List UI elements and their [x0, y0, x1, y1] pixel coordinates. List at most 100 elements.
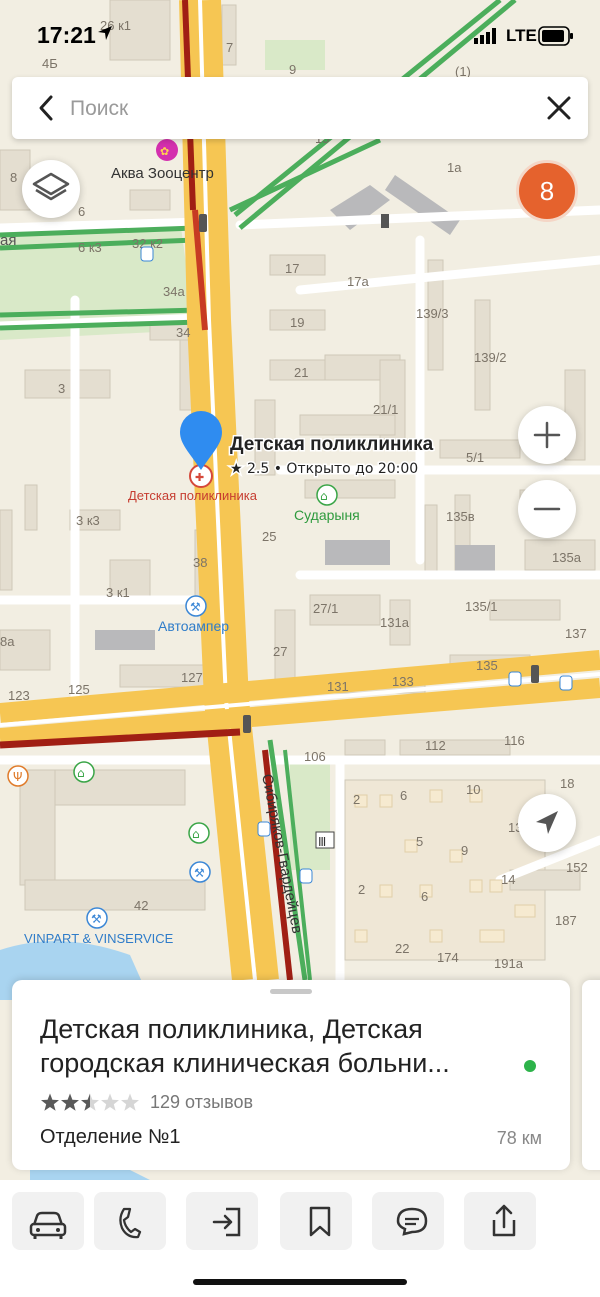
svg-text:✿: ✿: [160, 145, 169, 158]
reviews-button[interactable]: [372, 1192, 444, 1250]
navigation-arrow-icon: [536, 811, 558, 834]
bus-stop-icon[interactable]: [559, 675, 573, 691]
svg-text:⌂: ⌂: [77, 766, 85, 780]
street-label-partial: ая: [0, 232, 16, 249]
home-indicator[interactable]: [193, 1279, 407, 1285]
svg-text:Ⅲ: Ⅲ: [318, 835, 326, 849]
network-type: LTE: [506, 26, 537, 45]
house-number: 135в: [446, 509, 475, 524]
house-number: 137: [565, 626, 587, 641]
call-button[interactable]: [94, 1192, 166, 1250]
clothing-shop-icon[interactable]: ⌂: [73, 761, 95, 783]
drag-handle[interactable]: [270, 989, 312, 994]
house-number: 123: [8, 688, 30, 703]
house-number: 3 к3: [76, 513, 100, 528]
svg-text:⌂: ⌂: [192, 827, 200, 841]
star-icon: [41, 1093, 59, 1111]
poi-label-akva[interactable]: Аква Зооцентр: [111, 165, 214, 182]
svg-text:✚: ✚: [195, 471, 204, 484]
star-icon: [61, 1093, 79, 1111]
house-number: 135: [476, 658, 498, 673]
house-number: 2: [353, 792, 360, 807]
entrances-button[interactable]: [186, 1192, 258, 1250]
house-number: 6: [400, 788, 407, 803]
bus-stop-icon[interactable]: [299, 868, 313, 884]
place-card[interactable]: Детская поликлиника, Детская городская к…: [12, 980, 570, 1170]
house-number: 8а: [0, 634, 15, 649]
house-number: 19: [290, 315, 304, 330]
restaurant-icon[interactable]: Ψ: [7, 765, 29, 787]
distance-label: 78 км: [496, 1128, 542, 1148]
house-number: 2: [358, 882, 365, 897]
house-number: 174: [437, 950, 459, 965]
car-icon: [29, 1211, 67, 1239]
house-number: 5: [416, 834, 423, 849]
house-number: 27: [273, 644, 287, 659]
clothing-shop-icon[interactable]: ⌂: [316, 484, 338, 506]
house-number: 34: [176, 325, 190, 340]
svg-text:Ψ: Ψ: [13, 770, 22, 784]
layers-icon: [32, 172, 70, 201]
zoom-out-button[interactable]: [518, 480, 576, 538]
phone-icon: [119, 1207, 142, 1239]
traffic-level-badge[interactable]: 8: [516, 160, 578, 222]
svg-text:⚒: ⚒: [190, 600, 201, 614]
car-service-icon[interactable]: ⚒: [189, 861, 211, 883]
location-arrow-icon: [98, 26, 112, 40]
bus-stop-icon[interactable]: [257, 821, 271, 837]
bus-stop-icon[interactable]: [508, 671, 522, 687]
car-service-icon[interactable]: ⚒: [185, 595, 207, 617]
house-number: 6 к3: [78, 240, 102, 255]
back-arrow-icon[interactable]: [32, 93, 62, 123]
house-number: 106: [304, 749, 326, 764]
status-time: 17:21: [37, 22, 96, 48]
pin-label[interactable]: Детская поликлиника: [128, 488, 258, 503]
house-number: 139/3: [416, 306, 449, 321]
traffic-light-icon: [199, 214, 207, 232]
house-number: 191а: [494, 956, 524, 971]
house-number: 34а: [163, 284, 185, 299]
house-number: 1а: [447, 160, 462, 175]
close-icon[interactable]: [544, 93, 574, 123]
layers-button[interactable]: [22, 160, 80, 218]
house-number: 131: [327, 679, 349, 694]
traffic-light-icon: [531, 665, 539, 683]
poi-label-sudarynya[interactable]: Сударыня: [294, 507, 360, 523]
open-status-dot: [524, 1060, 536, 1072]
house-number: 27/1: [313, 601, 338, 616]
poi-label-vinpart[interactable]: VINPART & VINSERVICE: [24, 931, 174, 946]
zoom-in-button[interactable]: [518, 406, 576, 464]
place-name-label[interactable]: Детская поликлиника: [229, 433, 436, 457]
house-number: 135а: [552, 550, 582, 565]
plus-icon: [533, 421, 561, 449]
my-location-button[interactable]: [518, 794, 576, 852]
poi-label-avtoamper[interactable]: Автоампер: [158, 618, 229, 634]
share-icon: [492, 1204, 516, 1237]
place-title: Детская поликлиника, Детская городская к…: [40, 1014, 450, 1078]
battery-icon: [538, 26, 573, 46]
search-input[interactable]: [68, 89, 532, 129]
bookmark-button[interactable]: [280, 1192, 352, 1250]
clothing-shop-icon[interactable]: ⌂: [188, 822, 210, 844]
fuel-station-icon: [381, 214, 389, 228]
house-number: 38: [193, 555, 207, 570]
house-number: 152: [566, 860, 588, 875]
bus-stop-icon[interactable]: [140, 246, 154, 262]
reviews-count[interactable]: 129 отзывов: [150, 1092, 253, 1113]
pet-shop-icon[interactable]: ✿: [156, 139, 178, 161]
search-bar: [12, 77, 588, 139]
house-number: 9: [461, 843, 468, 858]
monument-icon[interactable]: Ⅲ: [315, 831, 335, 849]
car-service-icon[interactable]: ⚒: [86, 907, 108, 929]
traffic-light-icon: [243, 715, 251, 733]
house-number: 112: [425, 738, 446, 753]
house-number: 125: [68, 682, 90, 697]
route-car-button[interactable]: [12, 1192, 84, 1250]
house-number: 3: [58, 381, 65, 396]
star-icon: [121, 1093, 139, 1111]
share-button[interactable]: [464, 1192, 536, 1250]
star-icon: [101, 1093, 119, 1111]
next-card-peek[interactable]: [582, 980, 600, 1170]
bookmark-icon: [309, 1206, 331, 1237]
house-number: 131а: [380, 615, 410, 630]
